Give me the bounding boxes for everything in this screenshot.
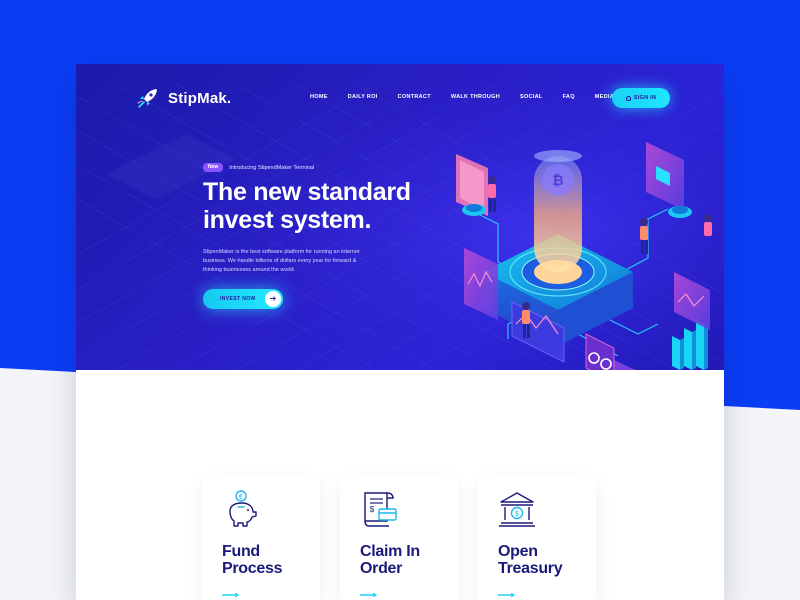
feature-card-claim-in-order[interactable]: $ Claim In Order [340, 477, 458, 600]
arrow-right-icon [222, 593, 240, 597]
hero-section: StipMak. HOME DAILY ROI CONTRACT WALK TH… [76, 64, 724, 370]
nav-item-faq[interactable]: FAQ [563, 94, 575, 100]
feature-title: Open Treasury [498, 543, 593, 577]
headline-line-2: invest system. [203, 206, 372, 234]
bank-icon: $ [499, 492, 535, 527]
feature-title-line-1: Open [498, 543, 538, 560]
arrow-right-icon [498, 593, 516, 597]
svg-text:₿: ₿ [552, 172, 563, 188]
hero-description: StipenMaker is the best software platfor… [203, 249, 360, 273]
announcement-bar[interactable]: New Introducing StipendMaker Terminal [203, 163, 314, 172]
headline-line-1: The new standard [203, 178, 411, 206]
landing-page-frame: StipMak. HOME DAILY ROI CONTRACT WALK TH… [76, 64, 724, 600]
feature-title: Fund Process [222, 543, 317, 577]
main-menu: HOME DAILY ROI CONTRACT WALK THROUGH SOC… [310, 94, 645, 100]
announcement-text: Introducing StipendMaker Terminal [229, 164, 315, 171]
feature-card-open-treasury[interactable]: $ Open Treasury [478, 477, 596, 600]
receipt-icon: $ [364, 492, 397, 527]
feature-title-line-2: Treasury [498, 560, 563, 577]
brand-name: StipMak. [168, 89, 232, 107]
person-figure [488, 176, 496, 212]
features-section: € Fund Process $ Claim In Order $ Open T… [202, 477, 602, 600]
invest-now-label: INVEST NOW [220, 296, 256, 302]
nav-item-home[interactable]: HOME [310, 94, 328, 100]
nav-item-walk-through[interactable]: WALK THROUGH [451, 94, 500, 100]
feature-title-line-1: Claim In [360, 543, 420, 560]
feature-title-line-2: Order [360, 560, 403, 577]
feature-title-line-1: Fund [222, 543, 260, 560]
rocket-icon [137, 89, 157, 108]
nav-item-contract[interactable]: CONTRACT [398, 94, 431, 100]
feature-title: Claim In Order [360, 543, 455, 577]
svg-text:$: $ [515, 511, 519, 518]
invest-now-button[interactable]: INVEST NOW ➔ [203, 289, 283, 309]
arrow-right-icon [360, 593, 378, 597]
nav-item-daily-roi[interactable]: DAILY ROI [348, 94, 378, 100]
isometric-server-illustration: ₿ [456, 142, 712, 370]
sign-in-button[interactable]: SIGN IN [612, 88, 670, 108]
brand-logo[interactable]: StipMak. [136, 86, 231, 110]
svg-text:€: € [239, 494, 243, 501]
piggy-bank-icon: € [229, 490, 257, 527]
nav-item-social[interactable]: SOCIAL [520, 94, 543, 100]
feature-card-fund-process[interactable]: € Fund Process [202, 477, 320, 600]
user-icon [625, 95, 631, 101]
new-badge: New [203, 163, 224, 172]
sign-in-label: SIGN IN [633, 95, 657, 101]
feature-title-line-2: Process [222, 560, 283, 577]
svg-text:$: $ [370, 505, 375, 514]
arrow-right-icon: ➔ [265, 291, 281, 307]
